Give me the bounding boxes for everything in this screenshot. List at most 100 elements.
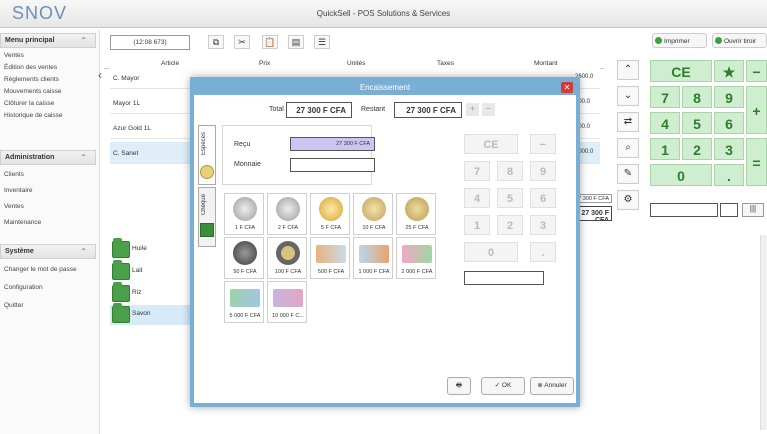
sidebar-item-inventaire[interactable]: Inventaire: [4, 187, 33, 194]
chevron-left-icon[interactable]: ‹: [98, 68, 108, 86]
arrow-up-icon[interactable]: ⌃: [617, 60, 639, 80]
dialog-key-ce[interactable]: CE: [464, 134, 518, 154]
sidebar-item-maintenance[interactable]: Maintenance: [4, 219, 41, 226]
tab-cheque[interactable]: Chèque: [198, 187, 216, 247]
paste-icon[interactable]: 📋: [262, 35, 278, 49]
note-5000[interactable]: 5 000 F CFA: [224, 281, 264, 323]
keypad-ce[interactable]: CE: [650, 60, 712, 82]
dialog-entry-field[interactable]: [464, 271, 544, 285]
category-huile[interactable]: Huile: [110, 238, 190, 260]
category-savon[interactable]: Savon: [110, 303, 190, 325]
dialog-key-0[interactable]: 0: [464, 242, 518, 262]
coin-1[interactable]: 1 F CFA: [224, 193, 264, 235]
coin-dark-icon: [233, 241, 257, 265]
note-1000[interactable]: 1 000 F CFA: [353, 237, 393, 279]
note-10000[interactable]: 10 000 F C...: [267, 281, 307, 323]
dialog-key-9[interactable]: 9: [530, 161, 556, 181]
col-article[interactable]: Article: [161, 60, 179, 67]
cut-icon[interactable]: ✂: [234, 35, 250, 49]
sidebar-item-configuration[interactable]: Configuration: [4, 284, 43, 291]
scrollbar[interactable]: [760, 235, 767, 430]
coin-50[interactable]: 50 F CFA: [224, 237, 264, 279]
ok-button[interactable]: ✓ OK: [481, 377, 525, 395]
note-2000[interactable]: 2 000 F CFA: [396, 237, 436, 279]
edit-icon[interactable]: ✎: [617, 164, 639, 184]
sidebar-item-clients[interactable]: Clients: [4, 171, 24, 178]
dialog-key-5[interactable]: 5: [497, 188, 523, 208]
list-icon[interactable]: ☰: [314, 35, 330, 49]
keypad-equals[interactable]: =: [746, 138, 767, 186]
col-unites[interactable]: Unités: [347, 60, 365, 67]
document-icon[interactable]: ▤: [288, 35, 304, 49]
dialog-key-3[interactable]: 3: [530, 215, 556, 235]
dialog-key-7[interactable]: 7: [464, 161, 490, 181]
sidebar-item-historique[interactable]: Historique de caisse: [4, 112, 63, 119]
search-icon[interactable]: ⌕: [617, 138, 639, 158]
sidebar-item-change-password[interactable]: Changer le mot de passe: [4, 266, 77, 273]
section-title: Système: [5, 248, 34, 255]
received-input[interactable]: 27 300 F CFA: [290, 137, 375, 151]
transfer-icon[interactable]: ⇄: [617, 112, 639, 132]
coin-5[interactable]: 5 F CFA: [310, 193, 350, 235]
quantity-field[interactable]: [650, 203, 718, 217]
keypad-7[interactable]: 7: [650, 86, 680, 108]
barcode-icon[interactable]: |||: [742, 203, 764, 217]
keypad-3[interactable]: 3: [714, 138, 744, 160]
note-500[interactable]: 500 F CFA: [310, 237, 350, 279]
sidebar-item-edition-ventes[interactable]: Édition des ventes: [4, 64, 57, 71]
keypad-minus[interactable]: −: [746, 60, 767, 82]
sidebar-item-cloturer[interactable]: Clôturer la caisse: [4, 100, 54, 107]
settings-icon[interactable]: ⚙: [617, 190, 639, 210]
coin-2[interactable]: 2 F CFA: [267, 193, 307, 235]
keypad-4[interactable]: 4: [650, 112, 680, 134]
col-taxes[interactable]: Taxes: [437, 60, 454, 67]
dialog-key-1[interactable]: 1: [464, 215, 490, 235]
cancel-button[interactable]: ⊗ Annuler: [530, 377, 574, 395]
chevron-up-icon[interactable]: ⌃: [80, 153, 87, 162]
sidebar-item-reglements[interactable]: Règlements clients: [4, 76, 59, 83]
coin-10[interactable]: 10 F CFA: [353, 193, 393, 235]
keypad-6[interactable]: 6: [714, 112, 744, 134]
chevron-up-icon[interactable]: ⌃: [80, 36, 87, 45]
dialog-key-8[interactable]: 8: [497, 161, 523, 181]
keypad-8[interactable]: 8: [682, 86, 712, 108]
category-riz[interactable]: Riz: [110, 282, 190, 304]
dialog-key-4[interactable]: 4: [464, 188, 490, 208]
keypad-9[interactable]: 9: [714, 86, 744, 108]
minus-icon[interactable]: −: [482, 103, 495, 116]
keypad-0[interactable]: 0: [650, 164, 712, 186]
dialog-key-minus[interactable]: −: [530, 134, 556, 154]
col-montant[interactable]: Montant: [534, 60, 558, 67]
section-systeme[interactable]: Système ⌃: [0, 244, 96, 259]
keypad-5[interactable]: 5: [682, 112, 712, 134]
close-icon[interactable]: ✕: [561, 82, 573, 93]
sidebar-item-ventes-admin[interactable]: Ventes: [4, 203, 24, 210]
section-administration[interactable]: Administration ⌃: [0, 150, 96, 165]
keypad-plus[interactable]: +: [746, 86, 767, 134]
coin-25[interactable]: 25 F CFA: [396, 193, 436, 235]
sale-code-field[interactable]: (12:08 673): [110, 35, 190, 50]
col-prix[interactable]: Prix: [259, 60, 270, 67]
print-button[interactable]: Imprimer: [652, 33, 707, 48]
sidebar-item-mouvements[interactable]: Mouvements caisse: [4, 88, 61, 95]
dialog-key-dot[interactable]: .: [530, 242, 556, 262]
cash-drawer-button[interactable]: 🖶: [447, 377, 471, 395]
coin-100[interactable]: 100 F CFA: [267, 237, 307, 279]
chevron-up-icon[interactable]: ⌃: [80, 247, 87, 256]
keypad-2[interactable]: 2: [682, 138, 712, 160]
sidebar-item-quitter[interactable]: Quitter: [4, 302, 24, 309]
plus-icon[interactable]: +: [466, 103, 479, 116]
dialog-key-2[interactable]: 2: [497, 215, 523, 235]
payment-dialog: Encaissement ✕ Total 27 300 F CFA Restan…: [190, 77, 580, 407]
sidebar-item-ventes[interactable]: Ventes: [4, 52, 24, 59]
category-lait[interactable]: Lait: [110, 260, 190, 282]
section-menu-principal[interactable]: Menu principal ⌃: [0, 33, 96, 48]
keypad-star[interactable]: ★: [714, 60, 744, 82]
qty-small-field[interactable]: [720, 203, 738, 217]
arrow-down-icon[interactable]: ⌄: [617, 86, 639, 106]
keypad-1[interactable]: 1: [650, 138, 680, 160]
keypad-dot[interactable]: .: [714, 164, 744, 186]
copy-icon[interactable]: ⧉: [208, 35, 224, 49]
open-drawer-button[interactable]: Ouvrir tiroir: [712, 33, 767, 48]
dialog-key-6[interactable]: 6: [530, 188, 556, 208]
